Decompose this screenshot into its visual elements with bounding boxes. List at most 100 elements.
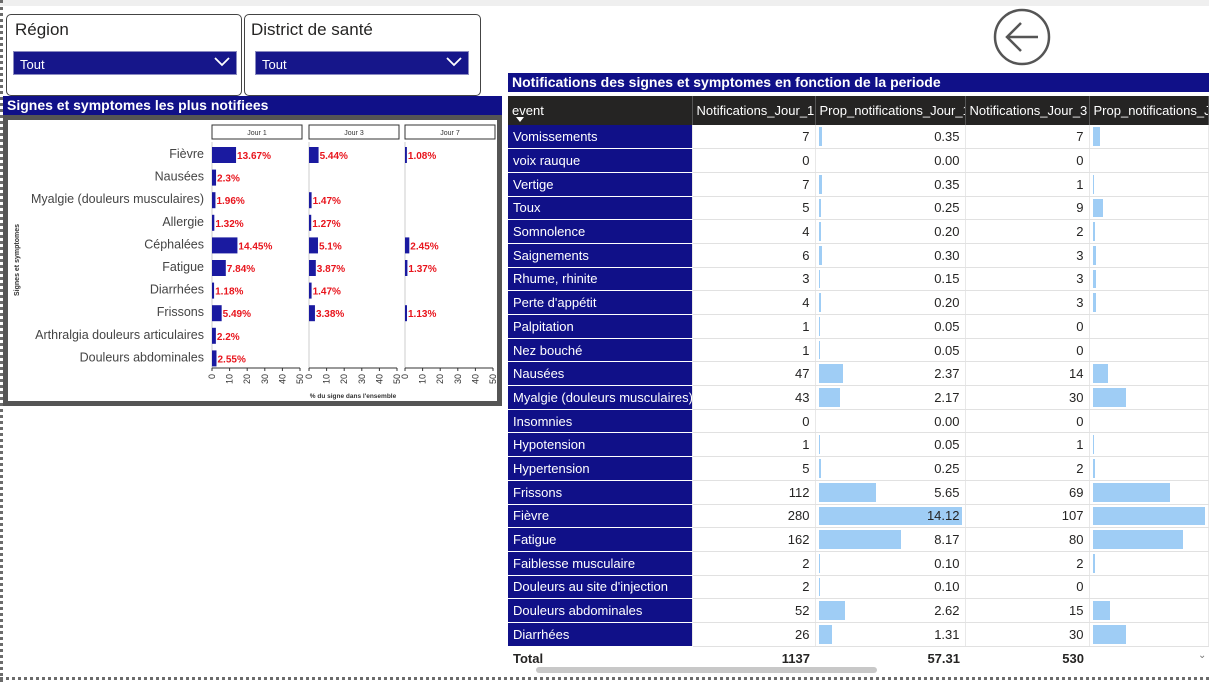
prop-jour1-bar bbox=[818, 553, 820, 573]
cell-notifications-jour1: 1 bbox=[692, 338, 816, 363]
column-header-notifications-jour1[interactable]: Notifications_Jour_1 bbox=[692, 96, 816, 125]
cell-prop-jour1: 0.00 bbox=[815, 409, 966, 434]
cell-notifications-jour1: 7 bbox=[692, 125, 816, 150]
region-dropdown-value: Tout bbox=[20, 57, 45, 72]
cell-prop-jour3 bbox=[1089, 409, 1209, 434]
right-panel-title: Notifications des signes et symptomes en… bbox=[508, 73, 1209, 92]
district-dropdown[interactable]: Tout bbox=[255, 51, 469, 75]
chart-data-label: 2.45% bbox=[410, 241, 438, 252]
prop-jour1-value: 0.20 bbox=[934, 295, 960, 311]
chart-data-label: 5.44% bbox=[320, 151, 348, 162]
cell-event: Hypertension bbox=[508, 456, 693, 481]
prop-jour1-bar bbox=[818, 459, 822, 478]
chart-data-label: 2.3% bbox=[217, 174, 240, 185]
chart-xlabel: % du signe dans l'ensemble bbox=[310, 393, 397, 400]
cell-event: Nez bouché bbox=[508, 338, 693, 363]
chart-bar bbox=[212, 169, 217, 186]
prop-jour1-bar bbox=[818, 317, 819, 336]
cell-notifications-jour1: 47 bbox=[692, 361, 816, 387]
chart-bar bbox=[405, 237, 410, 254]
cell-prop-jour3 bbox=[1089, 622, 1209, 647]
scroll-down-icon[interactable]: ⌄ bbox=[1198, 650, 1206, 661]
cell-prop-jour3 bbox=[1089, 504, 1209, 529]
chart-bar bbox=[309, 192, 312, 209]
cell-prop-jour1: 0.05 bbox=[815, 338, 966, 363]
cell-event: Diarrhées bbox=[508, 622, 693, 647]
chevron-down-icon bbox=[446, 57, 462, 67]
x-tick-label: 30 bbox=[453, 374, 463, 384]
cell-notifications-jour1: 280 bbox=[692, 504, 816, 529]
cell-prop-jour3 bbox=[1089, 385, 1209, 410]
chart-bar bbox=[309, 260, 316, 276]
prop-jour1-value: 2.62 bbox=[934, 603, 960, 619]
table-row: Frissons 112 5.65 69 bbox=[508, 480, 1209, 505]
table-row: Vertige 7 0.35 1 bbox=[508, 172, 1209, 197]
chart-category-label: Nausées bbox=[155, 170, 204, 184]
cell-prop-jour1: 0.10 bbox=[815, 551, 966, 576]
x-tick-label: 30 bbox=[260, 374, 270, 384]
chart-bar bbox=[309, 147, 319, 163]
column-header-prop-jour3[interactable]: Prop_notifications_Jour_3 bbox=[1089, 96, 1209, 125]
total-label: Total bbox=[513, 650, 544, 666]
total-notifications-jour3: 530 bbox=[1062, 650, 1084, 666]
x-tick-label: 10 bbox=[225, 374, 235, 384]
x-tick-label: 20 bbox=[435, 374, 445, 384]
prop-jour1-value: 14.12 bbox=[926, 508, 960, 524]
cell-prop-jour3 bbox=[1089, 290, 1209, 315]
canvas-bottom-border bbox=[0, 677, 1209, 680]
symptoms-chart: Signes et symptomes Fièvre Nausées Myalgie … bbox=[3, 115, 502, 406]
prop-jour3-bar bbox=[1092, 198, 1103, 218]
prop-jour1-bar bbox=[818, 174, 823, 194]
chart-bar bbox=[309, 282, 312, 299]
prop-jour3-bar bbox=[1092, 293, 1096, 312]
cell-notifications-jour1: 43 bbox=[692, 385, 816, 410]
column-header-prop-jour1[interactable]: Prop_notifications_Jour_1 bbox=[815, 96, 966, 125]
chart-data-label: 3.87% bbox=[317, 264, 345, 275]
chart-data-label: 5.49% bbox=[223, 309, 251, 320]
cell-event: Vertige bbox=[508, 172, 693, 197]
prop-jour1-value: 5.65 bbox=[934, 484, 960, 500]
chart-bar bbox=[405, 260, 408, 276]
prop-jour1-bar bbox=[818, 482, 876, 502]
chart-category-label: Fatigue bbox=[162, 260, 204, 274]
chart-category-label: Fièvre bbox=[169, 147, 204, 161]
region-dropdown[interactable]: Tout bbox=[13, 51, 237, 75]
prop-jour1-value: 0.25 bbox=[934, 460, 960, 476]
prop-jour1-bar bbox=[818, 340, 819, 360]
chart-data-label: 14.45% bbox=[238, 241, 272, 252]
cell-event: Toux bbox=[508, 196, 693, 221]
chart-bar bbox=[212, 214, 215, 231]
cell-notifications-jour3: 14 bbox=[965, 361, 1090, 387]
chart-bar bbox=[405, 305, 407, 322]
prop-jour1-value: 8.17 bbox=[934, 532, 960, 548]
chart-category-label: Douleurs abdominales bbox=[80, 350, 204, 364]
chart-data-label: 3.38% bbox=[316, 309, 344, 320]
sort-descending-icon bbox=[516, 117, 524, 122]
cell-prop-jour3 bbox=[1089, 575, 1209, 600]
chart-data-label: 2.2% bbox=[217, 332, 240, 343]
back-arrow-button[interactable] bbox=[992, 8, 1052, 66]
column-header-notifications-jour3[interactable]: Notifications_Jour_3 bbox=[965, 96, 1090, 125]
prop-jour1-value: 0.00 bbox=[934, 413, 960, 429]
column-header-event[interactable]: event bbox=[508, 96, 693, 125]
cell-prop-jour3 bbox=[1089, 125, 1209, 150]
chart-bar bbox=[405, 147, 407, 163]
chart-data-label: 2.55% bbox=[217, 354, 245, 365]
prop-jour1-bar bbox=[818, 388, 841, 407]
x-tick-label: 10 bbox=[322, 374, 332, 384]
total-prop-jour1: 57.31 bbox=[927, 650, 960, 666]
horizontal-scrollbar[interactable] bbox=[536, 667, 877, 673]
chart-bar bbox=[212, 350, 217, 367]
cell-notifications-jour3: 7 bbox=[965, 125, 1090, 150]
chart-data-label: 1.18% bbox=[215, 287, 243, 298]
chart-category-label: Allergie bbox=[162, 215, 204, 229]
prop-jour3-bar bbox=[1092, 174, 1094, 194]
chart-category-label: Diarrhées bbox=[150, 283, 204, 297]
cell-event: Palpitation bbox=[508, 314, 693, 339]
table-row: Insomnies 0 0.00 0 bbox=[508, 409, 1209, 434]
cell-event: Frissons bbox=[508, 480, 693, 505]
cell-prop-jour1: 2.37 bbox=[815, 361, 966, 387]
prop-jour1-value: 0.10 bbox=[934, 555, 960, 571]
prop-jour3-bar bbox=[1092, 459, 1095, 478]
chart-ylabel: Signes et symptomes bbox=[14, 224, 21, 296]
